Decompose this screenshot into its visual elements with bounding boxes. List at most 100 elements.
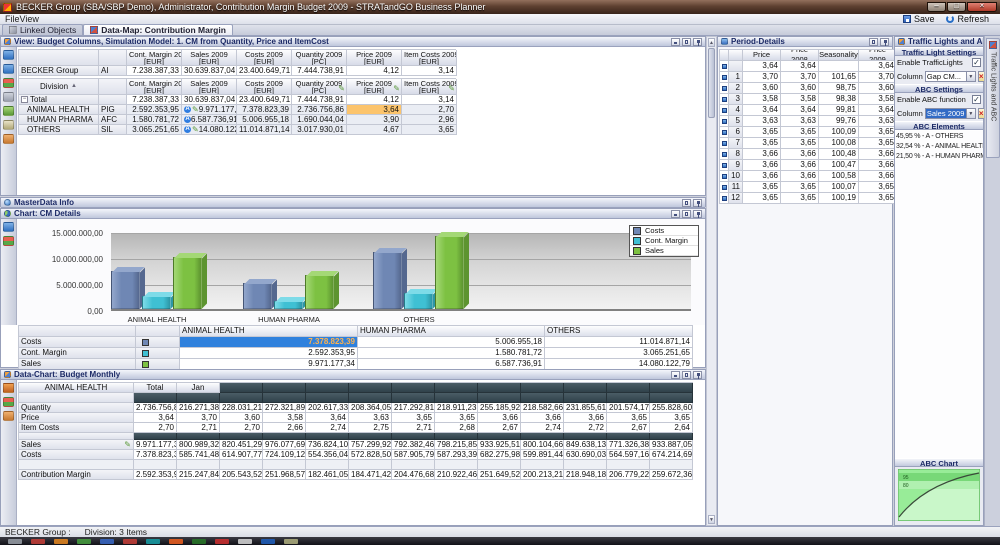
- cell[interactable]: 3,70: [859, 72, 897, 83]
- row-label[interactable]: HUMAN PHARMA: [19, 115, 99, 125]
- leaf-icon[interactable]: [3, 106, 14, 116]
- cell[interactable]: 7.238.387,33: [127, 66, 182, 76]
- cell[interactable]: 7.378.823,39: [237, 105, 292, 115]
- enable-trafficlights-checkbox[interactable]: ✓: [972, 58, 981, 67]
- scroll-down-icon[interactable]: ▼: [708, 515, 715, 524]
- cell[interactable]: 1.580.781,72: [127, 115, 182, 125]
- row-number[interactable]: 11: [729, 182, 743, 193]
- taskbar-app-icon[interactable]: [284, 539, 298, 544]
- taskbar-app-icon[interactable]: [238, 539, 252, 544]
- cell[interactable]: 5.006.955,18: [358, 337, 545, 348]
- cell[interactable]: 3,64: [743, 61, 781, 72]
- cell[interactable]: 2,66: [263, 423, 306, 433]
- panel-maximize-icon[interactable]: [682, 199, 691, 207]
- cell[interactable]: 3,14: [402, 95, 457, 105]
- row-number[interactable]: 8: [729, 149, 743, 160]
- cell[interactable]: 1.690.044,04: [292, 115, 347, 125]
- cell[interactable]: 3,64: [781, 61, 819, 72]
- taskbar-app-icon[interactable]: [146, 539, 160, 544]
- row-code[interactable]: AFC: [99, 115, 127, 125]
- column-header-empty[interactable]: [478, 383, 521, 393]
- cell[interactable]: 2,70: [220, 423, 263, 433]
- cell[interactable]: 2,75: [349, 423, 392, 433]
- pin-icon[interactable]: [880, 38, 889, 46]
- cell[interactable]: 23.400.649,71: [237, 66, 292, 76]
- panel-minimize-icon[interactable]: [671, 210, 680, 218]
- minimize-button[interactable]: –: [927, 2, 946, 12]
- cell[interactable]: 4,12: [347, 95, 402, 105]
- cell[interactable]: 2,96: [402, 115, 457, 125]
- taskbar-app-icon[interactable]: [261, 539, 275, 544]
- cell[interactable]: 259.672,36: [650, 470, 693, 480]
- cell[interactable]: 208.364,05: [349, 403, 392, 413]
- cell[interactable]: 3,65: [392, 413, 435, 423]
- column-header-item-costs-2009[interactable]: Item Costs 2009[EUR]: [402, 50, 457, 66]
- cell[interactable]: 3.065.251,65: [127, 125, 182, 135]
- cell[interactable]: 820.451,29: [220, 440, 263, 450]
- cell[interactable]: 3,60: [859, 83, 897, 94]
- cell[interactable]: 2.736.756,86: [292, 105, 347, 115]
- row-number[interactable]: 10: [729, 171, 743, 182]
- cell[interactable]: 2.592.353,95: [134, 470, 177, 480]
- cell[interactable]: 100,08: [819, 138, 859, 149]
- traffic-column-dropdown[interactable]: Gap CM... ▼: [925, 71, 976, 82]
- column-header-costs-2009[interactable]: Costs 2009[EUR]: [237, 50, 292, 66]
- row-label-group[interactable]: BECKER Group: [19, 66, 99, 76]
- cell[interactable]: 599.891,44: [521, 450, 564, 460]
- panel-minimize-icon[interactable]: [671, 371, 680, 379]
- pencil-icon[interactable]: [3, 120, 14, 130]
- bar-cont-margin-animal-health[interactable]: [142, 296, 171, 309]
- row-number[interactable]: 2: [729, 83, 743, 94]
- cell[interactable]: 2,64: [650, 423, 693, 433]
- cell[interactable]: 572.828,50: [349, 450, 392, 460]
- cell[interactable]: 2,67: [478, 423, 521, 433]
- bar-sales-others[interactable]: [435, 236, 464, 309]
- row-number[interactable]: 4: [729, 105, 743, 116]
- column-header-quantity-2009[interactable]: Quantity 2009[PC]: [292, 50, 347, 66]
- chart-icon[interactable]: [3, 78, 14, 88]
- bar-costs-animal-health[interactable]: [111, 271, 140, 309]
- cell[interactable]: 554.356,04: [306, 450, 349, 460]
- cell[interactable]: A6.587.736,91: [182, 115, 237, 125]
- cell[interactable]: 2,70: [134, 423, 177, 433]
- windows-taskbar[interactable]: [0, 537, 1000, 545]
- column-header-total[interactable]: Total: [134, 383, 177, 393]
- column-header-costs-2009[interactable]: Costs 2009[EUR]: [237, 79, 292, 95]
- cell[interactable]: 2,68: [435, 423, 478, 433]
- taskbar-app-icon[interactable]: [123, 539, 137, 544]
- cell[interactable]: 3,64: [743, 105, 781, 116]
- cell[interactable]: 7.378.823,39: [180, 337, 358, 348]
- column-header-human-pharma[interactable]: HUMAN PHARMA: [358, 326, 545, 337]
- cell[interactable]: 3,63: [781, 116, 819, 127]
- cell[interactable]: 218.582,66: [521, 403, 564, 413]
- cell[interactable]: 2,71: [392, 423, 435, 433]
- tab-linked-objects[interactable]: Linked Objects: [2, 24, 83, 35]
- column-header-empty[interactable]: [650, 383, 693, 393]
- cell[interactable]: 3,65: [859, 127, 897, 138]
- row-number[interactable]: 1: [729, 72, 743, 83]
- column-header-price-2009[interactable]: Price 2009[EUR]: [347, 50, 402, 66]
- cell[interactable]: 200.213,21: [521, 470, 564, 480]
- cell[interactable]: 2,74: [521, 423, 564, 433]
- cell[interactable]: 976.077,69: [263, 440, 306, 450]
- cell[interactable]: 3,66: [478, 413, 521, 423]
- cell[interactable]: 3,65: [607, 413, 650, 423]
- chevron-down-icon[interactable]: ▼: [967, 71, 976, 82]
- cell[interactable]: 11.014.871,14: [237, 125, 292, 135]
- cell[interactable]: 2.592.353,95: [180, 348, 358, 359]
- menu-view[interactable]: View: [20, 14, 39, 24]
- cell[interactable]: 99,76: [819, 116, 859, 127]
- bar-cont-margin-human-pharma[interactable]: [274, 301, 303, 309]
- cell[interactable]: 3,66: [859, 149, 897, 160]
- cell[interactable]: 184.471,42: [349, 470, 392, 480]
- cell[interactable]: 98,38: [819, 94, 859, 105]
- column-header-division[interactable]: Division▲: [19, 79, 99, 95]
- cell[interactable]: 11.014.871,14: [545, 337, 693, 348]
- column-header-cont-margin-2009[interactable]: Cont. Margin 2009[EUR]: [127, 50, 182, 66]
- cell[interactable]: 587.905,79: [392, 450, 435, 460]
- cell[interactable]: 3.017.930,01: [292, 125, 347, 135]
- cell[interactable]: 3,66: [781, 149, 819, 160]
- cell[interactable]: 3,63: [349, 413, 392, 423]
- cell[interactable]: 100,48: [819, 149, 859, 160]
- cell[interactable]: 3,65: [743, 182, 781, 193]
